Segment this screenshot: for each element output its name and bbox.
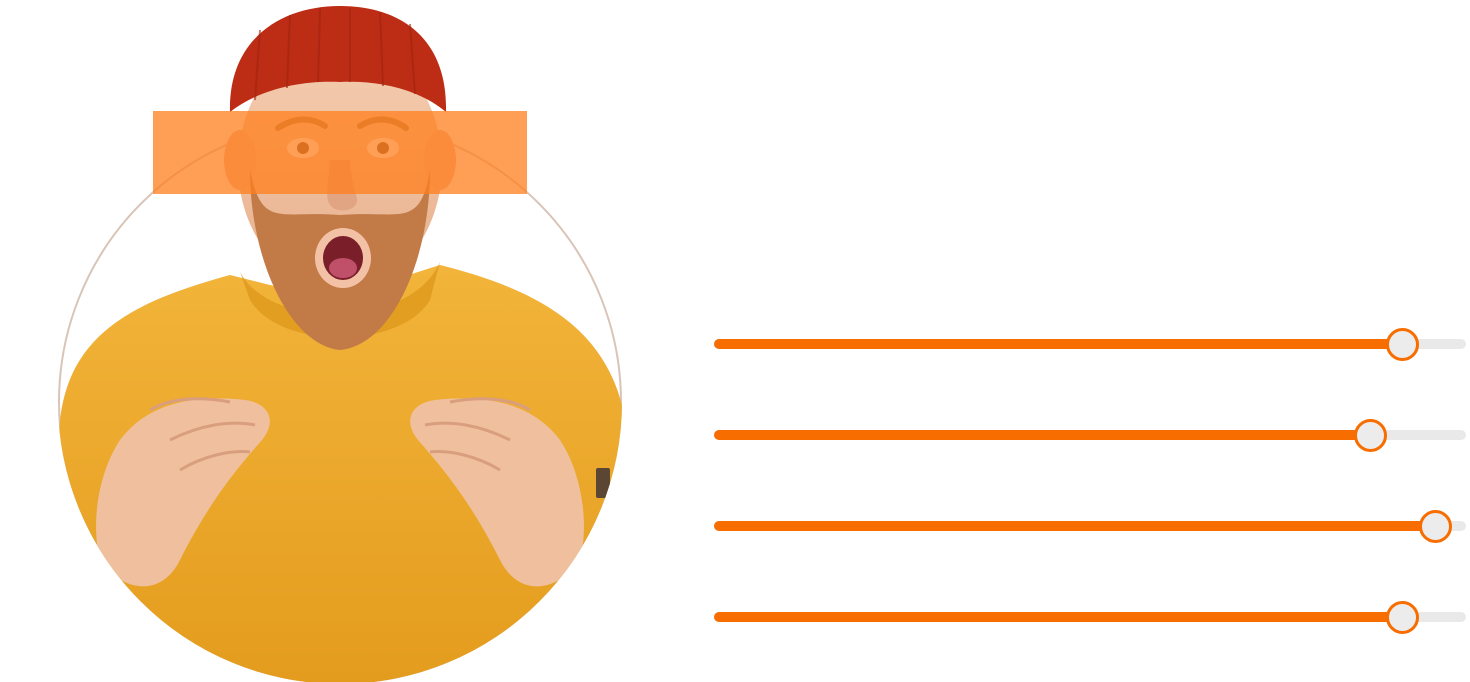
slider-fill — [714, 612, 1401, 622]
slider-track[interactable] — [714, 339, 1466, 349]
slider-thumb[interactable] — [1386, 601, 1419, 634]
eye-highlight-bar — [153, 111, 527, 194]
slider-fill — [714, 521, 1434, 531]
portrait-photo — [0, 0, 680, 682]
slider-track[interactable] — [714, 521, 1466, 531]
slider-thumb[interactable] — [1354, 419, 1387, 452]
slider-thumb[interactable] — [1419, 510, 1452, 543]
surprised-man-illustration — [58, 6, 622, 682]
slider-2[interactable] — [712, 417, 1468, 453]
slider-4[interactable] — [712, 599, 1468, 635]
slider-fill — [714, 430, 1369, 440]
slider-3[interactable] — [712, 508, 1468, 544]
slider-group — [712, 326, 1468, 636]
slider-fill — [714, 339, 1401, 349]
slider-1[interactable] — [712, 326, 1468, 362]
slider-thumb[interactable] — [1386, 328, 1419, 361]
slider-track[interactable] — [714, 612, 1466, 622]
face-adjust-panel — [0, 0, 1470, 682]
